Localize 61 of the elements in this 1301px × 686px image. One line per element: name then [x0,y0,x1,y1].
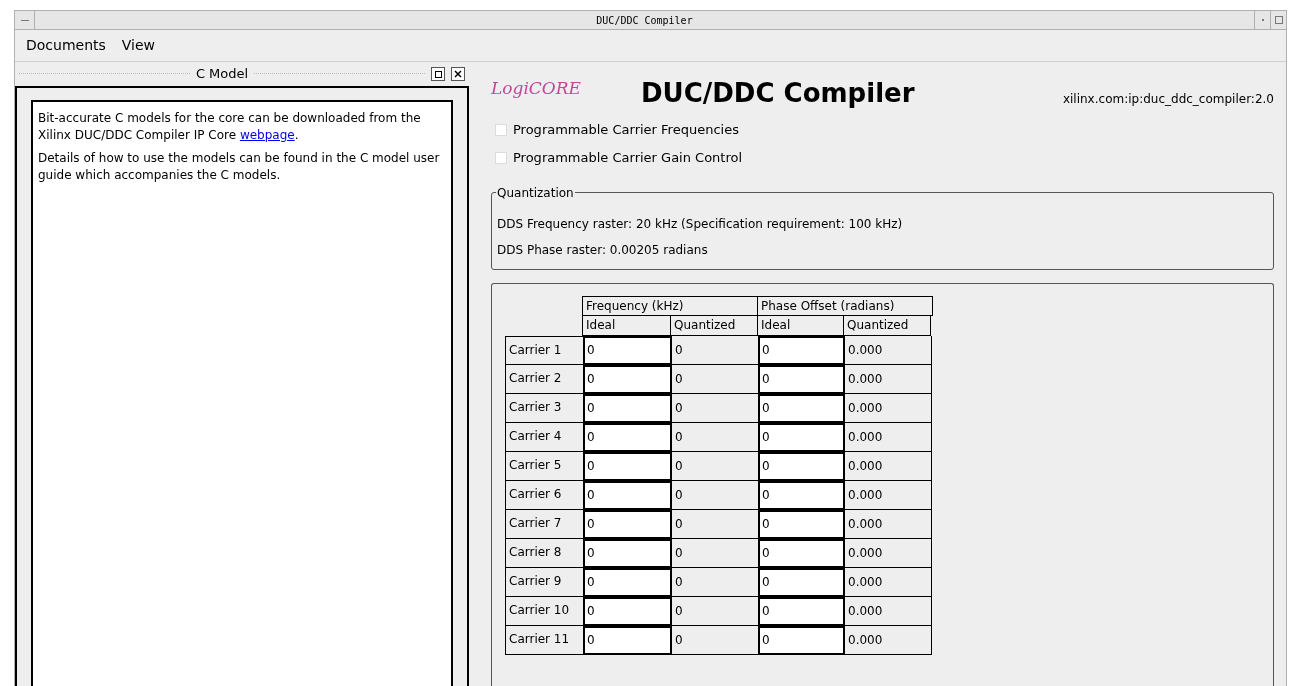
value-field[interactable]: 0 [758,365,845,394]
quantization-text: DDS Frequency raster: 20 kHz (Specification requirement: 100 kHz) [497,216,904,233]
maximize-icon [1274,16,1283,24]
checkbox-label: Programmable Carrier Gain Control [513,149,743,168]
table-cell: 0.000 [844,539,932,568]
ip-identifier: xilinx.com:ip:duc_ddc_compiler:2.0 [1062,91,1274,108]
value-field[interactable]: 0 [758,510,845,539]
menu-item[interactable]: View [121,35,156,56]
value-field[interactable]: 0 [583,423,672,452]
table-cell: 0.000 [844,626,932,655]
value-field[interactable]: 0 [583,568,672,597]
checkbox[interactable] [495,124,507,136]
value-field[interactable]: 0 [758,481,845,510]
table-cell: 0.000 [844,510,932,539]
value-field[interactable]: 0 [583,336,672,365]
group-header: Phase Offset (radians) [757,296,933,316]
value-field[interactable]: 0 [758,394,845,423]
minimize-icon [20,19,29,21]
group-title: Quantization [496,184,575,202]
table-cell: 0.000 [844,336,932,365]
value-field[interactable]: 0 [758,597,845,626]
value-field[interactable]: 0 [583,626,672,655]
value-field[interactable]: 0 [758,568,845,597]
close-button[interactable] [451,67,465,81]
window-title: DUC/DDC Compiler [595,13,694,28]
checkbox-label: Programmable Carrier Frequencies [513,121,739,140]
table-cell: 0.000 [844,394,932,423]
value-field[interactable]: 0 [758,452,845,481]
value-field[interactable]: 0 [583,394,672,423]
quantization-text: DDS Phase raster: 0.00205 radians [497,242,709,259]
value-field[interactable]: 0 [583,452,672,481]
webpage-link[interactable]: webpage [239,128,295,142]
table-cell: 0.000 [844,452,932,481]
value-field[interactable]: 0 [758,336,845,365]
table-cell: 0.000 [844,481,932,510]
table-cell: 0.000 [844,568,932,597]
paragraph: Details of how to use the models can be found in the C model user guide which accompanies the C models. [38,150,441,184]
value-field[interactable]: 0 [758,539,845,568]
value-field[interactable]: 0 [583,510,672,539]
value-field[interactable]: 0 [583,365,672,394]
group-header: Frequency (kHz) [582,296,758,316]
maximize-button[interactable] [1270,11,1286,29]
column-header: Quantized [670,316,758,336]
value-field[interactable]: 0 [583,597,672,626]
column-header: Quantized [843,316,931,336]
logo: LogiCORE [491,77,582,100]
page-title: DUC/DDC Compiler [641,77,915,110]
value-field[interactable]: 0 [758,626,845,655]
checkbox[interactable] [495,152,507,164]
restore-button[interactable] [431,67,445,81]
restore-icon [434,70,442,78]
table-cell: 0.000 [844,365,932,394]
value-field[interactable]: 0 [583,481,672,510]
value-field[interactable]: 0 [583,539,672,568]
panel-title: C Model [195,65,249,84]
table-cell: 0.000 [844,597,932,626]
menu-item[interactable]: Documents [26,35,106,56]
paragraph: Bit-accurate C models for the core can be downloaded from the Xilinx DUC/DDC Compiler IP Core webpage. [38,110,422,144]
table-cell: 0.000 [844,423,932,452]
value-field[interactable]: 0 [758,423,845,452]
close-icon [454,70,462,78]
